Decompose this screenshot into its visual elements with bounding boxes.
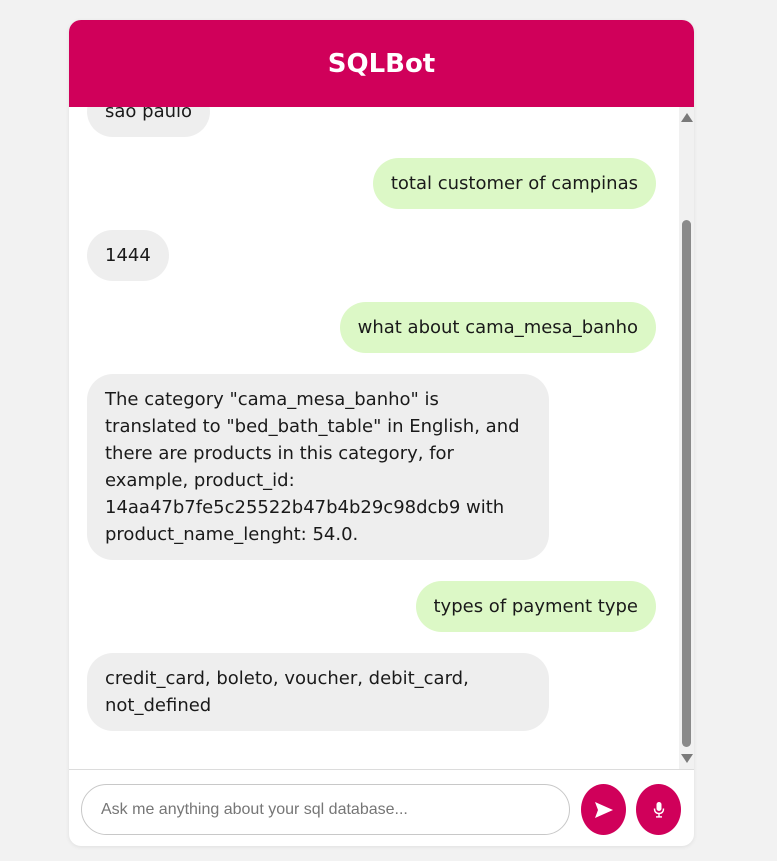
user-message: types of payment type [415,581,656,632]
send-icon [594,801,613,818]
bot-message: 1444 [87,230,169,281]
send-button[interactable] [581,784,626,835]
message-list[interactable]: sao paulo total customer of campinas 144… [69,107,679,769]
microphone-button[interactable] [636,784,681,835]
chat-window: SQLBot sao paulo total customer of campi… [69,20,694,846]
scroll-up-arrow-icon[interactable] [681,113,693,122]
microphone-icon [653,801,664,818]
message-scrollbar[interactable] [679,107,694,769]
user-message: total customer of campinas [372,158,656,209]
scroll-down-arrow-icon[interactable] [681,754,693,763]
bot-message: sao paulo [87,107,211,137]
bot-message: The category "cama_mesa_banho" is transl… [87,374,549,560]
chat-title: SQLBot [327,48,436,79]
chat-input[interactable] [81,784,570,835]
bot-message: credit_card, boleto, voucher, debit_card… [87,653,549,731]
scrollbar-thumb[interactable] [682,220,691,747]
user-message: what about cama_mesa_banho [339,302,656,353]
chat-header: SQLBot [69,20,694,107]
input-bar [69,769,694,846]
